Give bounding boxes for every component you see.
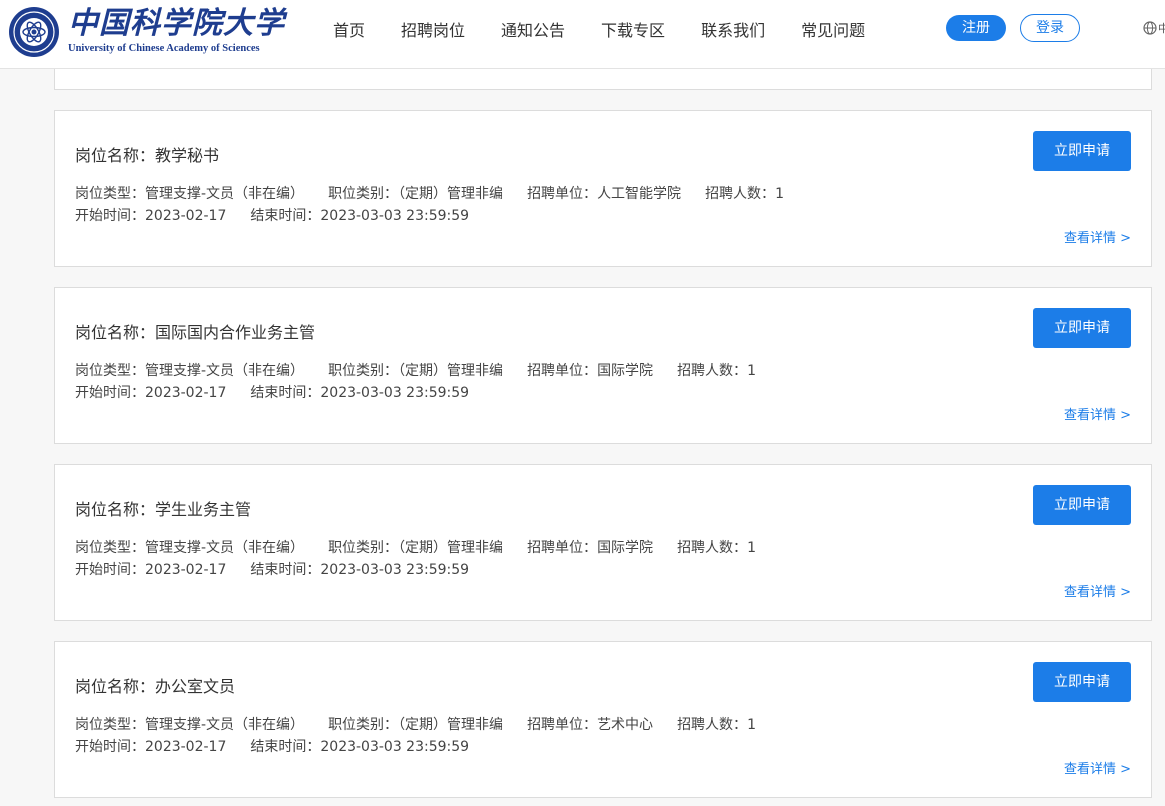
globe-icon[interactable]	[1143, 21, 1157, 35]
job-meta-row: 岗位类型：管理支撑-文员（非在编） 职位类别：（定期）管理非编 招聘单位：国际学…	[75, 537, 780, 557]
job-category: 职位类别：（定期）管理非编	[328, 363, 504, 379]
job-end-time: 结束时间：2023-03-03 23:59:59	[250, 385, 470, 401]
job-category: 职位类别：（定期）管理非编	[328, 540, 504, 556]
university-seal-icon	[9, 7, 59, 57]
logo-english-name: University of Chinese Academy of Science…	[68, 43, 260, 54]
job-type: 岗位类型：管理支撑-文员（非在编）	[75, 540, 305, 556]
job-meta-row: 岗位类型：管理支撑-文员（非在编） 职位类别：（定期）管理非编 招聘单位：国际学…	[75, 360, 780, 380]
view-details-link[interactable]: 查看详情 >	[1064, 227, 1131, 246]
job-type: 岗位类型：管理支撑-文员（非在编）	[75, 186, 305, 202]
nav-item-faq[interactable]: 常见问题	[801, 20, 865, 42]
job-end-time: 结束时间：2023-03-03 23:59:59	[250, 739, 470, 755]
apply-button[interactable]: 立即申请	[1033, 485, 1131, 525]
job-end-time: 结束时间：2023-03-03 23:59:59	[250, 208, 470, 224]
nav-item-downloads[interactable]: 下载专区	[601, 20, 665, 42]
job-meta-row: 岗位类型：管理支撑-文员（非在编） 职位类别：（定期）管理非编 招聘单位：艺术中…	[75, 714, 780, 734]
job-unit: 招聘单位：国际学院	[527, 363, 654, 379]
job-end-time: 结束时间：2023-03-03 23:59:59	[250, 562, 470, 578]
job-title: 岗位名称：办公室文员	[75, 677, 236, 696]
job-card: 岗位名称：教学秘书 岗位类型：管理支撑-文员（非在编） 职位类别：（定期）管理非…	[54, 110, 1152, 267]
view-details-link[interactable]: 查看详情 >	[1064, 758, 1131, 777]
job-unit: 招聘单位：艺术中心	[527, 717, 654, 733]
apply-button[interactable]: 立即申请	[1033, 131, 1131, 171]
job-count: 招聘人数：1	[705, 186, 784, 202]
job-title: 岗位名称：教学秘书	[75, 146, 220, 165]
job-meta-row: 岗位类型：管理支撑-文员（非在编） 职位类别：（定期）管理非编 招聘单位：人工智…	[75, 183, 808, 203]
job-time-row: 开始时间：2023-02-17 结束时间：2023-03-03 23:59:59	[75, 736, 493, 756]
job-count: 招聘人数：1	[677, 717, 756, 733]
view-details-link[interactable]: 查看详情 >	[1064, 581, 1131, 600]
job-start-time: 开始时间：2023-02-17	[75, 208, 227, 224]
nav-item-home[interactable]: 首页	[333, 20, 365, 42]
job-type: 岗位类型：管理支撑-文员（非在编）	[75, 717, 305, 733]
register-button[interactable]: 注册	[946, 15, 1006, 41]
nav-item-contact[interactable]: 联系我们	[701, 20, 765, 42]
job-title: 岗位名称：国际国内合作业务主管	[75, 323, 316, 342]
main-nav: 首页 招聘岗位 通知公告 下载专区 联系我们 常见问题	[333, 20, 865, 42]
job-unit: 招聘单位：人工智能学院	[527, 186, 682, 202]
university-logo[interactable]: 中国科学院大学 University of Chinese Academy of…	[8, 5, 284, 61]
job-time-row: 开始时间：2023-02-17 结束时间：2023-03-03 23:59:59	[75, 559, 493, 579]
job-start-time: 开始时间：2023-02-17	[75, 562, 227, 578]
apply-button[interactable]: 立即申请	[1033, 662, 1131, 702]
job-type: 岗位类型：管理支撑-文员（非在编）	[75, 363, 305, 379]
job-card: 岗位名称：国际国内合作业务主管 岗位类型：管理支撑-文员（非在编） 职位类别：（…	[54, 287, 1152, 444]
job-time-row: 开始时间：2023-02-17 结束时间：2023-03-03 23:59:59	[75, 382, 493, 402]
site-header: 中国科学院大学 University of Chinese Academy of…	[0, 0, 1165, 69]
nav-item-jobs[interactable]: 招聘岗位	[401, 20, 465, 42]
job-count: 招聘人数：1	[677, 540, 756, 556]
job-title: 岗位名称：学生业务主管	[75, 500, 252, 519]
job-start-time: 开始时间：2023-02-17	[75, 739, 227, 755]
job-card: 岗位名称：办公室文员 岗位类型：管理支撑-文员（非在编） 职位类别：（定期）管理…	[54, 641, 1152, 798]
job-category: 职位类别：（定期）管理非编	[328, 717, 504, 733]
job-start-time: 开始时间：2023-02-17	[75, 385, 227, 401]
job-time-row: 开始时间：2023-02-17 结束时间：2023-03-03 23:59:59	[75, 205, 493, 225]
login-button[interactable]: 登录	[1020, 14, 1080, 42]
language-label[interactable]: 中	[1158, 20, 1165, 36]
job-unit: 招聘单位：国际学院	[527, 540, 654, 556]
apply-button[interactable]: 立即申请	[1033, 308, 1131, 348]
job-count: 招聘人数：1	[677, 363, 756, 379]
logo-chinese-name: 中国科学院大学	[68, 6, 285, 41]
job-category: 职位类别：（定期）管理非编	[328, 186, 504, 202]
view-details-link[interactable]: 查看详情 >	[1064, 404, 1131, 423]
nav-item-notices[interactable]: 通知公告	[501, 20, 565, 42]
job-card: 岗位名称：学生业务主管 岗位类型：管理支撑-文员（非在编） 职位类别：（定期）管…	[54, 464, 1152, 621]
